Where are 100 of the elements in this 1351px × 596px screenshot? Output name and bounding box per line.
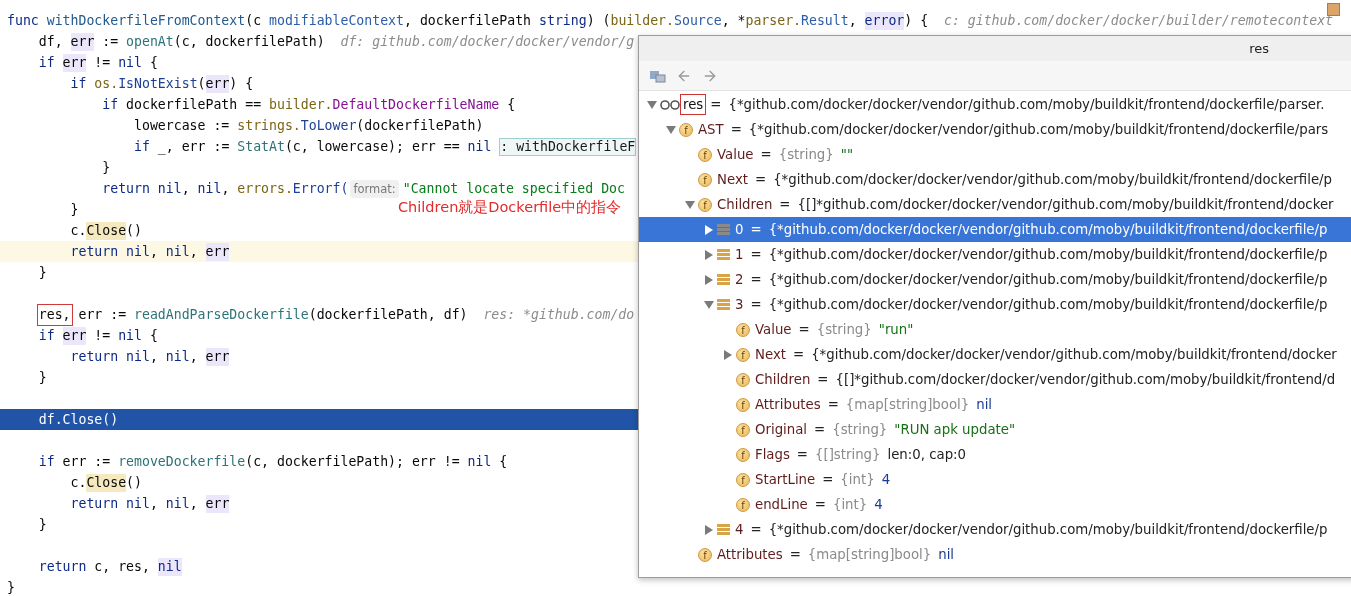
keyword: return [38, 557, 88, 576]
function-call: StatAt [237, 137, 285, 156]
node-value: {*github.com/docker/docker/vendor/github.com/moby/buildkit/frontend/docker [811, 347, 1337, 362]
tree-row[interactable]: 1 = {*github.com/docker/docker/vendor/github.com/moby/buildkit/frontend/dockerfile/p [639, 242, 1351, 267]
tree-row[interactable]: f Attributes = {map[string]bool} nil [639, 392, 1351, 417]
package-name: errors. [237, 179, 293, 198]
code-text: df.Close() [38, 410, 119, 429]
equals-sign: = [750, 247, 762, 262]
tree-row[interactable]: f Attributes = {map[string]bool} nil [639, 542, 1351, 567]
keyword: func [7, 11, 40, 30]
string-value: "run" [878, 322, 914, 337]
code-text: ( [197, 74, 206, 93]
popup-title: res [1249, 41, 1269, 56]
code-text: } [38, 515, 47, 534]
collapsed-arrow-icon[interactable] [704, 224, 713, 235]
field-icon: f [698, 547, 712, 562]
code-text: lowercase := [134, 116, 231, 135]
literal-value: 4 [874, 497, 883, 512]
expanded-arrow-icon[interactable] [703, 300, 714, 309]
code-text: , [189, 494, 199, 513]
code-text: ) ( [586, 11, 611, 30]
collapsed-arrow-icon[interactable] [704, 249, 713, 260]
function-name: withDockerfileFromContext [46, 11, 246, 30]
value-type: {string} [832, 422, 888, 437]
equals-sign: = [814, 497, 826, 512]
collapsed-arrow-icon[interactable] [704, 274, 713, 285]
equals-sign: = [789, 547, 801, 562]
tree-row[interactable]: f StartLine = {int} 4 [639, 467, 1351, 492]
tree-row[interactable]: f Original = {string} "RUN apk update" [639, 417, 1351, 442]
method-name: Errorf( [292, 179, 349, 198]
tree-row[interactable]: f AST = {*github.com/docker/docker/vendor/github.com/moby/buildkit/frontend/dockerfile/pars [639, 117, 1351, 142]
highlighted-identifier: err [205, 494, 230, 513]
status-marker-icon [1327, 3, 1340, 16]
expanded-arrow-icon[interactable] [646, 100, 657, 109]
inline-value-hint: c: github.com/docker/docker/builder/remotecontext [944, 11, 1334, 30]
keyword: nil [467, 137, 492, 156]
tree-row[interactable]: 2 = {*github.com/docker/docker/vendor/github.com/moby/buildkit/frontend/dockerfile/p [639, 267, 1351, 292]
collapsed-arrow-icon[interactable] [704, 524, 713, 535]
code-text: { [498, 452, 508, 471]
package-name: strings. [237, 116, 301, 135]
keyword: return [102, 179, 151, 198]
equals-sign: = [750, 222, 762, 237]
code-text: c, res, [94, 557, 151, 576]
equals-sign: = [822, 472, 834, 487]
tree-row[interactable]: f Children = {[]*github.com/docker/docker/vendor/github.com/moby/buildkit/frontend/d [639, 367, 1351, 392]
code-text: , [189, 347, 199, 366]
field-icon: f [698, 197, 712, 212]
package-name: builder. [610, 11, 674, 30]
tree-row[interactable]: 3 = {*github.com/docker/docker/vendor/github.com/moby/buildkit/frontend/dockerfile/p [639, 292, 1351, 317]
tree-row[interactable]: res = {*github.com/docker/docker/vendor/github.com/moby/buildkit/frontend/dockerfile/parser. [639, 92, 1351, 117]
tree-row[interactable]: f Flags = {[]string} len:0, cap:0 [639, 442, 1351, 467]
value-type: {int} [840, 472, 875, 487]
expanded-arrow-icon[interactable] [684, 200, 695, 209]
tree-row[interactable]: f endLine = {int} 4 [639, 492, 1351, 517]
annotated-variable: res, [38, 305, 71, 324]
equals-sign: = [817, 372, 829, 387]
node-name: Attributes [755, 397, 821, 412]
string-literal: "Cannot locate specified Doc [402, 179, 625, 198]
code-text: { [148, 326, 158, 345]
code-text: err := [77, 305, 128, 324]
tree-row[interactable]: f Value = {string} "" [639, 142, 1351, 167]
literal-value: nil [938, 547, 955, 562]
field-icon: f [736, 422, 750, 437]
node-name: Children [755, 372, 811, 387]
list-element-icon [717, 249, 730, 260]
collapsed-arrow-icon[interactable] [723, 349, 732, 360]
expanded-arrow-icon[interactable] [665, 125, 676, 134]
tree-row[interactable]: f Next = {*github.com/docker/docker/vendor/github.com/moby/buildkit/frontend/docker [639, 342, 1351, 367]
highlighted-keyword: error [864, 11, 905, 30]
highlighted-usage: Close [86, 473, 127, 492]
package-name: builder. [269, 95, 333, 114]
value-type: {int} [832, 497, 868, 512]
node-name: Value [755, 322, 792, 337]
code-text: , [149, 494, 159, 513]
tree-row[interactable]: 4 = {*github.com/docker/docker/vendor/github.com/moby/buildkit/frontend/dockerfile/p [639, 517, 1351, 542]
tree-row[interactable]: f Next = {*github.com/docker/docker/vendor/github.com/moby/buildkit/frontend/dockerfile/p [639, 167, 1351, 192]
code-text: } [7, 578, 15, 596]
equals-sign: = [814, 422, 826, 437]
glasses-icon [660, 99, 682, 110]
highlighted-identifier: err [205, 74, 230, 93]
highlighted-identifier: err [62, 326, 87, 345]
node-name: endLine [755, 497, 808, 512]
field-icon: f [736, 347, 750, 362]
tree-row[interactable]: f Children = {[]*github.com/docker/docker/vendor/github.com/moby/buildkit/frontend/docker [639, 192, 1351, 217]
tree-row[interactable]: 0 = {*github.com/docker/docker/vendor/github.com/moby/buildkit/frontend/dockerfile/p [639, 217, 1351, 242]
function-call: openAt [126, 32, 174, 51]
string-value: "RUN apk update" [894, 422, 1016, 437]
node-name: 0 [735, 222, 744, 237]
tree-row[interactable]: f Value = {string} "run" [639, 317, 1351, 342]
code-text: () [126, 473, 142, 492]
list-element-icon [717, 274, 730, 285]
node-name: Original [755, 422, 808, 437]
keyword: nil [118, 326, 142, 345]
code-text: , [149, 347, 159, 366]
keyword: nil [126, 347, 150, 366]
node-name: Next [717, 172, 748, 187]
type-name: Source [674, 11, 722, 30]
highlighted-identifier: err [205, 242, 230, 261]
value-type: {map[string]bool} [807, 547, 932, 562]
node-name: 1 [735, 247, 744, 262]
